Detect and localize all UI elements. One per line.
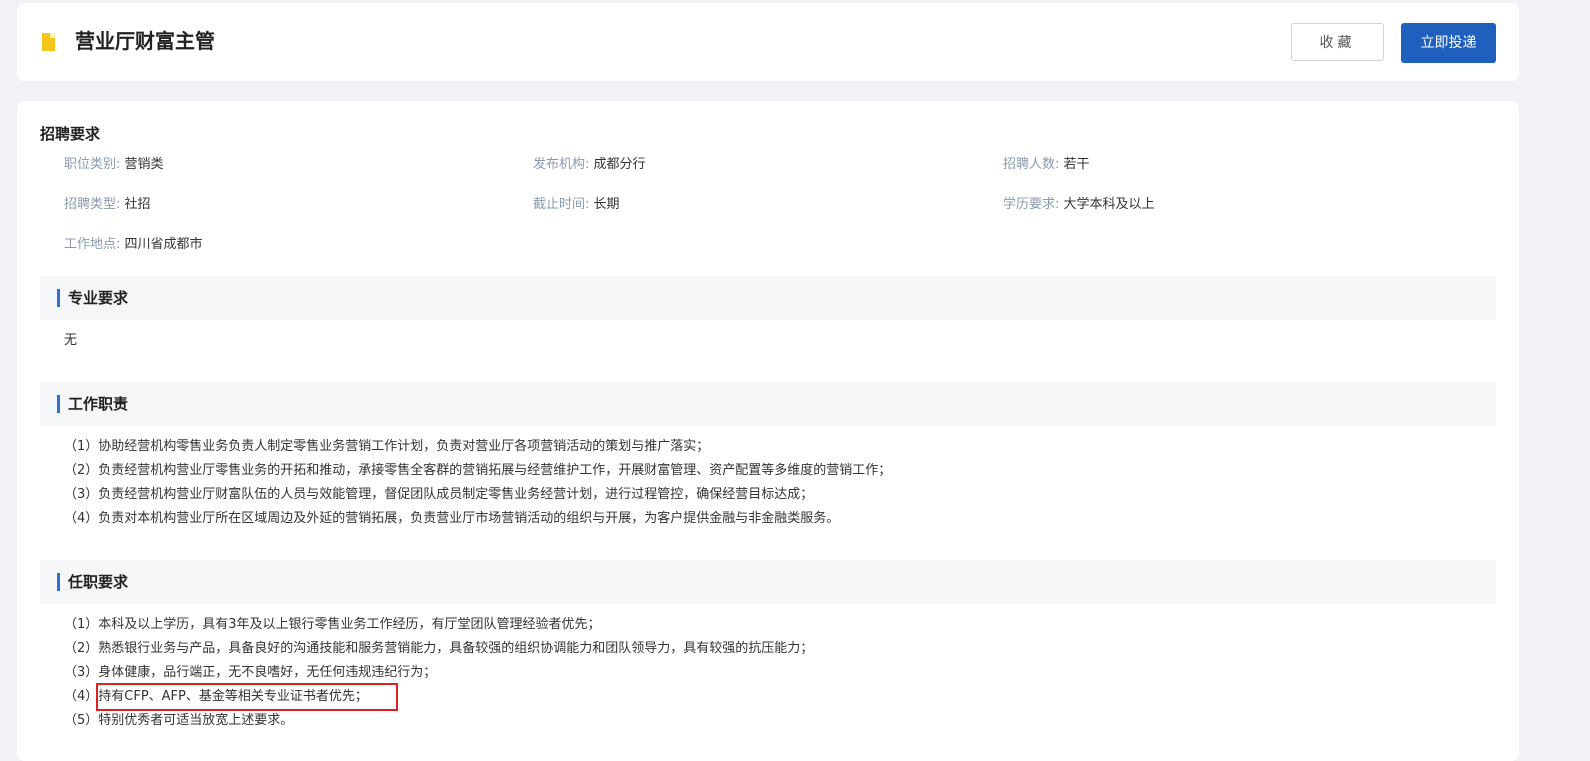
favorite-button[interactable]: 收藏 <box>1291 23 1384 61</box>
info-label: 招聘人数: <box>1003 157 1060 172</box>
section-accent-bar <box>57 395 60 413</box>
job-header-card: 营业厅财富主管 收藏 立即投递 <box>17 3 1519 81</box>
info-value: 四川省成都市 <box>124 237 203 252</box>
job-title: 营业厅财富主管 <box>75 29 215 53</box>
qualifications-content: （1）本科及以上学历，具有3年及以上银行零售业务工作经历，有厅堂团队管理经验者优… <box>64 613 813 733</box>
info-value: 若干 <box>1063 157 1090 172</box>
duty-line: （1）协助经营机构零售业务负责人制定零售业务营销工作计划，负责对营业厅各项营销活… <box>64 439 710 454</box>
info-value: 长期 <box>593 197 620 212</box>
info-label: 截止时间: <box>533 197 590 212</box>
info-value: 营销类 <box>124 157 164 172</box>
bookmark-icon <box>42 33 55 51</box>
info-item-category: 职位类别: 营销类 <box>64 156 164 174</box>
duty-line: （3）负责经营机构营业厅财富队伍的人员与效能管理，督促团队成员制定零售业务经营计… <box>64 487 814 502</box>
section-title: 专业要求 <box>68 289 129 307</box>
info-value: 社招 <box>124 197 151 212</box>
section-title: 任职要求 <box>68 573 129 591</box>
info-label: 学历要求: <box>1003 197 1060 212</box>
section-header-major: 专业要求 <box>40 276 1496 320</box>
highlight-box <box>96 683 398 711</box>
job-detail-card: 招聘要求 职位类别: 营销类 发布机构: 成都分行 招聘人数: 若干 招聘类型:… <box>17 101 1519 761</box>
apply-button[interactable]: 立即投递 <box>1401 23 1496 63</box>
section-header-duties: 工作职责 <box>40 382 1496 426</box>
info-label: 工作地点: <box>64 237 121 252</box>
info-item-deadline: 截止时间: 长期 <box>533 196 620 214</box>
section-title: 工作职责 <box>68 395 129 413</box>
info-item-education: 学历要求: 大学本科及以上 <box>1003 196 1155 214</box>
info-label: 招聘类型: <box>64 197 121 212</box>
section-accent-bar <box>57 289 60 307</box>
qualification-line: （2）熟悉银行业务与产品，具备良好的沟通技能和服务营销能力，具备较强的组织协调能… <box>64 641 814 656</box>
info-item-headcount: 招聘人数: 若干 <box>1003 156 1090 174</box>
requirements-title: 招聘要求 <box>40 125 101 143</box>
qualification-line: （3）身体健康，品行端正，无不良嗜好，无任何违规违纪行为； <box>64 665 437 680</box>
qualification-line: （1）本科及以上学历，具有3年及以上银行零售业务工作经历，有厅堂团队管理经验者优… <box>64 617 601 632</box>
duty-line: （4）负责对本机构营业厅所在区域周边及外延的营销拓展，负责营业厅市场营销活动的组… <box>64 511 840 526</box>
info-value: 成都分行 <box>593 157 646 172</box>
section-accent-bar <box>57 573 60 591</box>
major-content: 无 <box>64 329 77 353</box>
info-value: 大学本科及以上 <box>1063 197 1155 212</box>
info-item-location: 工作地点: 四川省成都市 <box>64 236 203 254</box>
section-header-qualifications: 任职要求 <box>40 560 1496 604</box>
info-item-publisher: 发布机构: 成都分行 <box>533 156 646 174</box>
info-label: 职位类别: <box>64 157 121 172</box>
duties-content: （1）协助经营机构零售业务负责人制定零售业务营销工作计划，负责对营业厅各项营销活… <box>64 435 891 531</box>
duty-line: （2）负责经营机构营业厅零售业务的开拓和推动，承接零售全客群的营销拓展与经营维护… <box>64 463 892 478</box>
info-item-recruit-type: 招聘类型: 社招 <box>64 196 151 214</box>
paragraph-line: 无 <box>64 333 78 348</box>
info-label: 发布机构: <box>533 157 590 172</box>
qualification-line: （5）特别优秀者可适当放宽上述要求。 <box>64 713 294 728</box>
